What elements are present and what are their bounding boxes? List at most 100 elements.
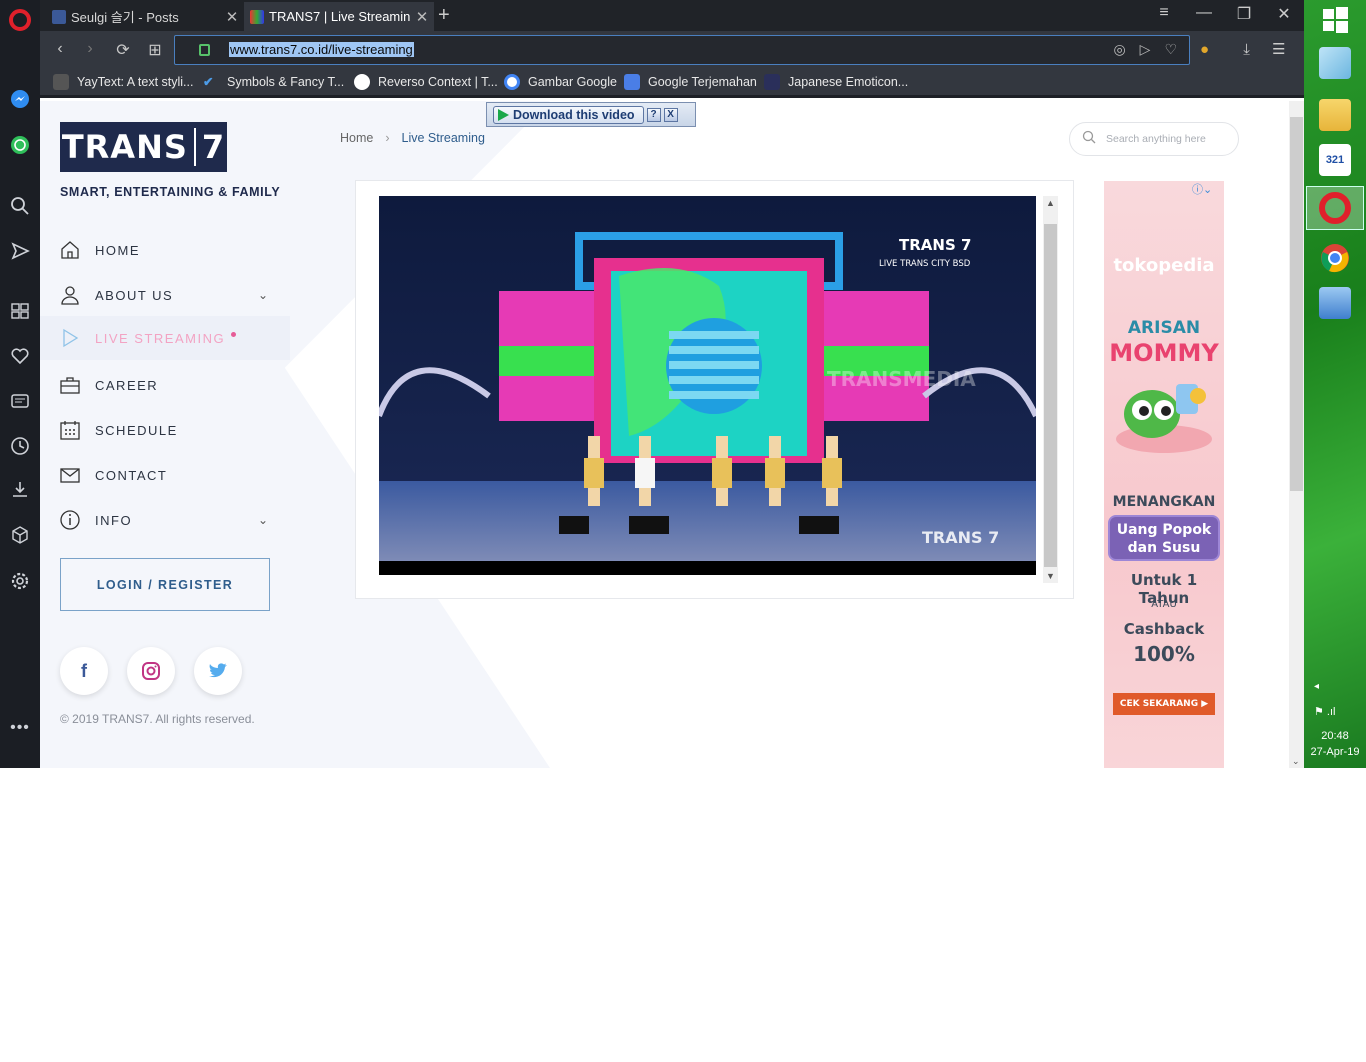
menu-item-contact[interactable]: CONTACT — [40, 453, 290, 497]
trans7-logo[interactable]: TRANS 7 — [60, 122, 227, 172]
close-tab-icon[interactable]: ✕ — [220, 8, 244, 26]
chevron-down-icon[interactable]: ⌄ — [258, 513, 270, 527]
opera-logo-icon[interactable] — [9, 9, 31, 31]
messenger-icon[interactable] — [8, 87, 32, 111]
close-window-button[interactable]: ✕ — [1272, 4, 1296, 24]
mail-icon — [59, 464, 81, 486]
breadcrumb-home[interactable]: Home — [340, 131, 373, 145]
close-tab-icon[interactable]: ✕ — [410, 8, 434, 26]
address-bar-actions: ◎ ▷ ♡ — [1099, 41, 1177, 58]
video-player-frame: TRANS 7 LIVE TRANS CITY BSD TRANSMEDIA T… — [355, 180, 1074, 599]
whatsapp-icon[interactable] — [8, 133, 32, 157]
instagram-icon[interactable] — [127, 647, 175, 695]
bookmark-japanese-emoticon[interactable]: Japanese Emoticon... — [764, 74, 908, 90]
vpn-icon[interactable]: ● — [1200, 41, 1209, 58]
ad-atau: ATAU — [1151, 599, 1177, 610]
bookmark-yaytext[interactable]: YayText: A text styli... — [53, 74, 193, 90]
restore-button[interactable]: ❐ — [1232, 4, 1256, 24]
download-icon[interactable] — [8, 477, 32, 501]
media-player-icon[interactable]: 321 — [1319, 144, 1351, 176]
ad-cta-button[interactable]: CEK SEKARANG ▶ — [1113, 693, 1215, 715]
scroll-up-icon[interactable]: ▲ — [1046, 198, 1055, 208]
notepad-icon[interactable] — [1319, 47, 1351, 79]
system-clock[interactable]: 20:48 27-Apr-19 — [1304, 728, 1366, 760]
settings-icon[interactable] — [8, 569, 32, 593]
search-icon[interactable] — [8, 194, 32, 218]
extensions-icon[interactable] — [8, 523, 32, 547]
reload-button[interactable]: ⟳ — [113, 40, 133, 60]
facebook-icon[interactable]: f — [60, 647, 108, 695]
ad-cta-label: CEK SEKARANG — [1119, 699, 1199, 709]
file-explorer-icon[interactable] — [1319, 99, 1351, 131]
menu-item-home[interactable]: HOME — [40, 228, 290, 272]
checkmark-icon: ✔ — [203, 75, 214, 89]
page-scrollbar[interactable]: ⌄ — [1289, 101, 1304, 768]
minimize-button[interactable]: — — [1192, 4, 1216, 22]
info-icon — [59, 509, 81, 531]
bookmark-heart-icon[interactable]: ♡ — [1164, 41, 1177, 57]
bookmark-label: Japanese Emoticon... — [788, 75, 909, 89]
tokopedia-owl-icon — [1114, 374, 1214, 454]
adchoices-icon[interactable]: ⓘ⌄ — [1192, 181, 1212, 197]
send-icon[interactable]: ▷ — [1140, 41, 1151, 57]
bookmark-google-terjemahan[interactable]: Google Terjemahan — [624, 74, 757, 90]
tokopedia-ad[interactable]: ⓘ⌄ tokopedia ARISAN MOMMY MENANGKAN Uang… — [1104, 181, 1224, 768]
twitter-icon[interactable] — [194, 647, 242, 695]
new-tab-button[interactable]: + — [438, 4, 450, 27]
camera-icon[interactable]: ◎ — [1113, 41, 1125, 57]
history-icon[interactable] — [8, 434, 32, 458]
back-button[interactable]: ‹ — [50, 40, 70, 58]
news-icon[interactable] — [8, 389, 32, 413]
google-translate-icon — [624, 74, 640, 90]
speed-dial-button[interactable]: ⊞ — [145, 40, 165, 60]
corner-logo: TRANS 7 — [922, 528, 999, 547]
easy-setup-icon[interactable]: ☰ — [1272, 41, 1285, 58]
page-scroll-thumb[interactable] — [1290, 117, 1303, 491]
menu-item-career[interactable]: CAREER — [40, 363, 290, 407]
player-scroll-thumb[interactable] — [1044, 224, 1057, 567]
menu-item-about-us[interactable]: ABOUT US ⌄ — [40, 273, 290, 317]
search-box[interactable]: Search anything here — [1069, 122, 1239, 156]
bookmark-gambar-google[interactable]: Gambar Google — [504, 74, 617, 90]
menu-item-schedule[interactable]: SCHEDULE — [40, 408, 290, 452]
google-icon — [504, 74, 520, 90]
chevron-down-icon[interactable]: ⌄ — [258, 288, 270, 302]
tab-menu-icon[interactable]: ≡ — [1152, 4, 1176, 22]
forward-button[interactable]: › — [80, 40, 100, 58]
network-icon[interactable]: ⚑ .ıl — [1314, 705, 1335, 718]
bookmark-label: Symbols & Fancy T... — [227, 75, 345, 89]
menu-item-live-streaming[interactable]: LIVE STREAMING — [40, 316, 290, 360]
bookmark-symbols[interactable]: ✔ Symbols & Fancy T... — [203, 74, 344, 90]
menu-label: HOME — [95, 242, 140, 258]
close-helper-button[interactable]: X — [663, 107, 678, 122]
bookmark-label: Google Terjemahan — [648, 75, 757, 89]
tray-expand-icon[interactable]: ◂ — [1314, 681, 1319, 692]
menu-item-info[interactable]: INFO ⌄ — [40, 498, 290, 542]
more-icon[interactable]: ••• — [8, 716, 32, 740]
player-scrollbar[interactable]: ▲ ▼ — [1043, 196, 1058, 583]
download-video-button[interactable]: Download this video — [493, 105, 644, 124]
downloads-icon[interactable]: ⤓ — [1243, 41, 1250, 58]
ad-line2: MOMMY — [1109, 339, 1219, 367]
video-player[interactable]: TRANS 7 LIVE TRANS CITY BSD TRANSMEDIA T… — [379, 196, 1036, 575]
windows-start-icon[interactable] — [1319, 4, 1351, 36]
scroll-down-icon[interactable]: ⌄ — [1292, 756, 1300, 767]
chrome-icon[interactable] — [1319, 242, 1351, 274]
url-text[interactable]: www.trans7.co.id/live-streaming — [229, 42, 414, 57]
search-input[interactable]: Search anything here — [1106, 133, 1206, 145]
scroll-down-icon[interactable]: ▼ — [1046, 571, 1055, 581]
bookmark-reverso[interactable]: Reverso Context | T... — [354, 74, 498, 90]
login-register-button[interactable]: LOGIN / REGISTER — [60, 558, 270, 611]
ad-line5: Cashback — [1123, 620, 1205, 638]
bookmarks-bar: YayText: A text styli... ✔ Symbols & Fanc… — [40, 68, 1304, 98]
live-indicator-dot — [231, 331, 237, 337]
speed-dial-icon[interactable] — [8, 299, 32, 323]
address-bar[interactable]: www.trans7.co.id/live-streaming ◎ ▷ ♡ — [174, 35, 1190, 65]
tab-trans7[interactable]: TRANS7 | Live Streaming ✕ — [244, 2, 434, 31]
send-icon[interactable] — [8, 239, 32, 263]
heart-icon[interactable] — [8, 344, 32, 368]
help-button[interactable]: ? — [646, 107, 661, 122]
computer-icon[interactable] — [1319, 287, 1351, 319]
tab-facebook[interactable]: Seulgi 슬기 - Posts ✕ — [46, 2, 244, 31]
opera-taskbar-icon[interactable] — [1319, 192, 1351, 224]
